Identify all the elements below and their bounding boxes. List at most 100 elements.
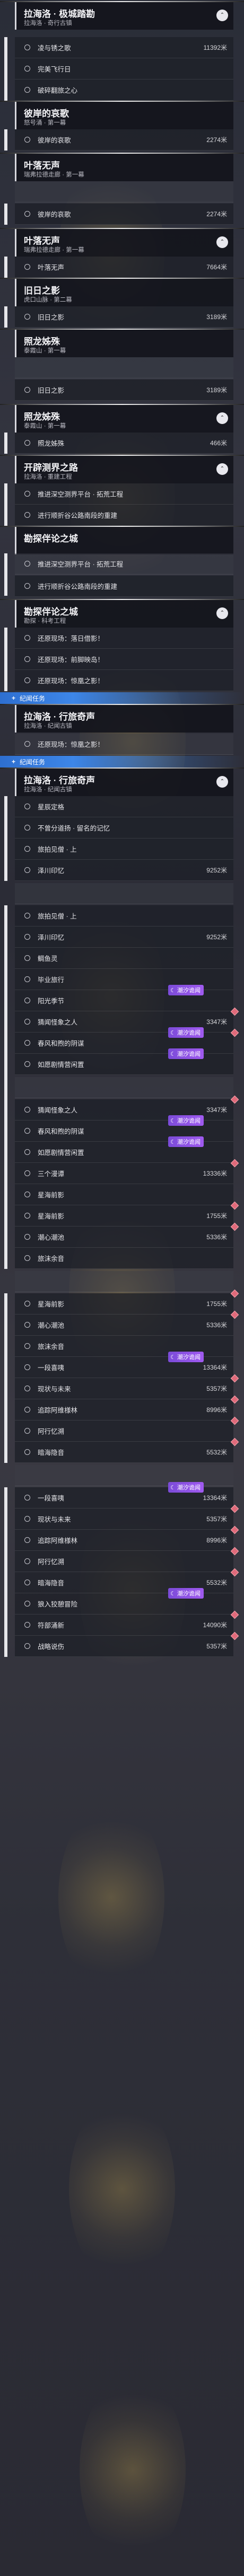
progress-rail <box>4 1487 7 1657</box>
quest-group-header[interactable]: 彼岸的哀歌 怒号涌 · 第一幕 <box>15 102 233 129</box>
quest-item[interactable]: 进行顺折谷公路南段的重建 <box>15 505 233 526</box>
quest-item[interactable]: 泽川印忆 9252米 <box>15 860 233 881</box>
divider <box>0 404 244 405</box>
category-label: 纪闻任务 <box>20 758 46 766</box>
chevron-up-icon[interactable]: ⌃ <box>216 607 228 619</box>
category-label: 纪闻任务 <box>20 694 46 702</box>
quest-item[interactable]: 彼岸的哀歌 2274米 <box>15 129 233 151</box>
quest-item[interactable]: 星辰定格 <box>15 796 233 817</box>
chevron-up-icon[interactable]: ⌃ <box>216 463 228 475</box>
quest-group-subtitle: 拉海洛 · 纪闻古镇 <box>24 723 72 729</box>
quest-item[interactable]: 现状与未来 5357米 <box>15 1374 239 1399</box>
quest-group-header[interactable]: 叶落无声 瑞弗拉德走廊 · 第一幕 <box>15 154 233 181</box>
quest-item[interactable]: 暗海隐音 5532米 <box>15 1437 239 1463</box>
quest-item[interactable] <box>15 357 233 378</box>
circle-outline-icon <box>24 66 30 72</box>
quest-item[interactable]: 推进深空测界平台 · 拓荒工程 <box>15 553 233 575</box>
quest-item[interactable]: 彼岸的哀歌 2274米 <box>15 204 233 225</box>
quest-group-header[interactable]: 旧日之影 虎口山脉 · 第二幕 <box>15 279 233 306</box>
quest-item[interactable]: 推进深空测界平台 · 拓荒工程 <box>15 483 233 505</box>
quest-item[interactable]: 旧日之影 3189米 <box>15 380 233 401</box>
moon-icon: ☾ <box>170 1354 176 1361</box>
quest-group-header[interactable]: 照龙姊殊 泰霞山 · 第一幕 <box>15 330 233 357</box>
quest-item-label: 泽川印忆 <box>38 934 65 941</box>
quest-item[interactable]: 还原现场：惊凰之影！ <box>15 734 233 755</box>
divider <box>0 526 244 527</box>
quest-item[interactable]: 三个漫谭 13336米 <box>15 1159 239 1184</box>
quest-item[interactable]: 完美飞行日 <box>15 58 233 80</box>
quest-item-label: 还原现场：落日借影！ <box>38 635 104 642</box>
divider <box>0 329 244 330</box>
quest-item[interactable]: 旅拍见僧 · 上 <box>15 905 233 927</box>
quest-item-label: 狼入狡憩冒险 <box>38 1601 78 1608</box>
moon-icon: ☾ <box>170 1484 176 1491</box>
quest-item-distance: 13364米 <box>203 1364 227 1371</box>
quest-group-header[interactable]: 拉海洛 · 行旅奇声 拉海洛 · 纪闻古镇 ⌃ <box>15 769 233 796</box>
quest-item[interactable]: 破碎翻旅之心 <box>15 80 233 101</box>
progress-rail <box>4 483 7 526</box>
quest-item[interactable] <box>15 181 233 202</box>
quest-item[interactable]: 还原现场：惊凰之影！ <box>15 670 233 691</box>
quest-item[interactable]: 如愿剧情营闲置 ☾ 潮汐诡闻 <box>15 1048 233 1075</box>
quest-group-header[interactable]: 勘探伴论之城 勘探 · 科考工程 ⌃ <box>15 600 233 628</box>
quest-item[interactable]: 一段喜咦 13364米 ☾ 潮汐诡闻 <box>15 1482 233 1508</box>
quest-item-label: 泽川印忆 <box>38 867 65 875</box>
circle-outline-icon <box>24 955 30 961</box>
quest-item[interactable]: 还原现场：落日借影！ <box>15 628 233 649</box>
quest-item[interactable]: 不曾分道扬 · 留名的记忆 <box>15 817 233 839</box>
quest-group-header[interactable]: 勘探伴论之城 <box>15 527 233 554</box>
quest-item-label: 暗海隐音 <box>38 1580 65 1587</box>
quest-item[interactable]: 追踪阿维様林 8996米 <box>15 1525 239 1551</box>
quest-item[interactable]: 符部涌新 14090米 <box>15 1610 239 1636</box>
circle-outline-icon <box>24 1192 30 1197</box>
quest-item[interactable] <box>15 883 233 904</box>
quest-group-header[interactable]: 叶落无声 瑞弗拉德走廊 · 第一幕 ⌃ <box>15 229 233 257</box>
quest-group-header[interactable]: 拉海洛 · 极城踏勘 拉海洛 · 奇行古镇 ⌃ <box>15 2 233 30</box>
quest-item[interactable]: 进行顺折谷公路南段的重建 <box>15 576 233 597</box>
quest-item[interactable]: 阿行忆溯 <box>15 1416 239 1442</box>
quest-group-header[interactable]: 开辟测界之路 拉海洛 · 重建工程 ⌃ <box>15 456 233 483</box>
chevron-up-icon[interactable]: ⌃ <box>216 236 228 248</box>
quest-item[interactable]: 战略说伤 5357米 <box>15 1631 239 1657</box>
quest-group-title: 拉海洛 · 极城踏勘 <box>24 9 95 19</box>
quest-item[interactable]: 如愿剧情营闲置 ☾ 潮汐诡闻 <box>15 1136 233 1163</box>
quest-item[interactable]: 追踪阿维様林 8996米 <box>15 1395 239 1421</box>
chevron-up-icon[interactable]: ⌃ <box>216 412 228 424</box>
quest-item-label: 推进深空测界平台 · 拓荒工程 <box>38 561 124 568</box>
quest-item[interactable]: 泽川印忆 9252米 <box>15 927 233 948</box>
category-bar[interactable]: + 纪闻任务 <box>0 756 244 767</box>
quest-item[interactable]: 星海前影 <box>15 1184 233 1205</box>
quest-item[interactable]: 照龙姊殊 466米 <box>15 433 233 454</box>
quest-item-distance: 1755米 <box>206 1300 227 1308</box>
quest-item[interactable]: 星海前影 1755米 <box>15 1289 239 1315</box>
quest-item[interactable] <box>15 1077 233 1098</box>
chevron-up-icon[interactable]: ⌃ <box>216 776 228 788</box>
quest-item[interactable]: 星海前影 1755米 <box>15 1201 239 1227</box>
quest-group-header[interactable]: 照龙姊殊 泰霞山 · 第一幕 ⌃ <box>15 405 233 433</box>
quest-item[interactable]: 旅拍见僧 · 上 <box>15 839 233 860</box>
quest-item[interactable]: 叶落无声 7664米 <box>15 257 233 278</box>
quest-item[interactable] <box>15 1271 233 1292</box>
quest-item-distance: 13364米 <box>203 1494 227 1502</box>
quest-item[interactable]: 阿行忆溯 <box>15 1547 239 1572</box>
quest-item[interactable]: 现状与未来 5357米 <box>15 1504 239 1530</box>
quest-item[interactable]: 凌与锈之歌 11392米 <box>15 37 233 58</box>
quest-item[interactable]: 狼入狡憩冒险 ☾ 潮汐诡闻 <box>15 1588 233 1615</box>
category-bar[interactable]: + 纪闻任务 <box>0 692 244 704</box>
quest-item-distance: 5357米 <box>206 1643 227 1650</box>
chevron-up-icon[interactable]: ⌃ <box>216 10 228 21</box>
quest-item[interactable]: 旅沫余音 <box>15 1248 233 1269</box>
quest-item-label: 阿行忆溯 <box>38 1428 65 1435</box>
quest-item[interactable]: 阳光季节 ☾ 潮汐诡闻 <box>15 985 233 1011</box>
quest-item[interactable]: 一段喜咦 13364米 ☾ 潮汐诡闻 <box>15 1352 233 1378</box>
quest-item[interactable]: 潮心潮池 5336米 <box>15 1222 239 1248</box>
quest-item-label: 潮心潮池 <box>38 1322 65 1329</box>
quest-item[interactable]: 鲷鱼灵 <box>15 948 233 969</box>
moon-badge: ☾ 潮汐诡闻 <box>168 1588 204 1599</box>
quest-item[interactable]: 还原现场：前脚映岛！ <box>15 649 233 670</box>
quest-item-label: 照龙姊殊 <box>38 440 65 447</box>
quest-item[interactable]: 旧日之影 3189米 <box>15 306 233 328</box>
quest-item-label: 叶落无声 <box>38 264 65 271</box>
quest-group-header[interactable]: 拉海洛 · 行旅奇声 拉海洛 · 纪闻古镇 <box>15 705 233 733</box>
quest-item[interactable]: 潮心潮池 5336米 <box>15 1310 239 1336</box>
